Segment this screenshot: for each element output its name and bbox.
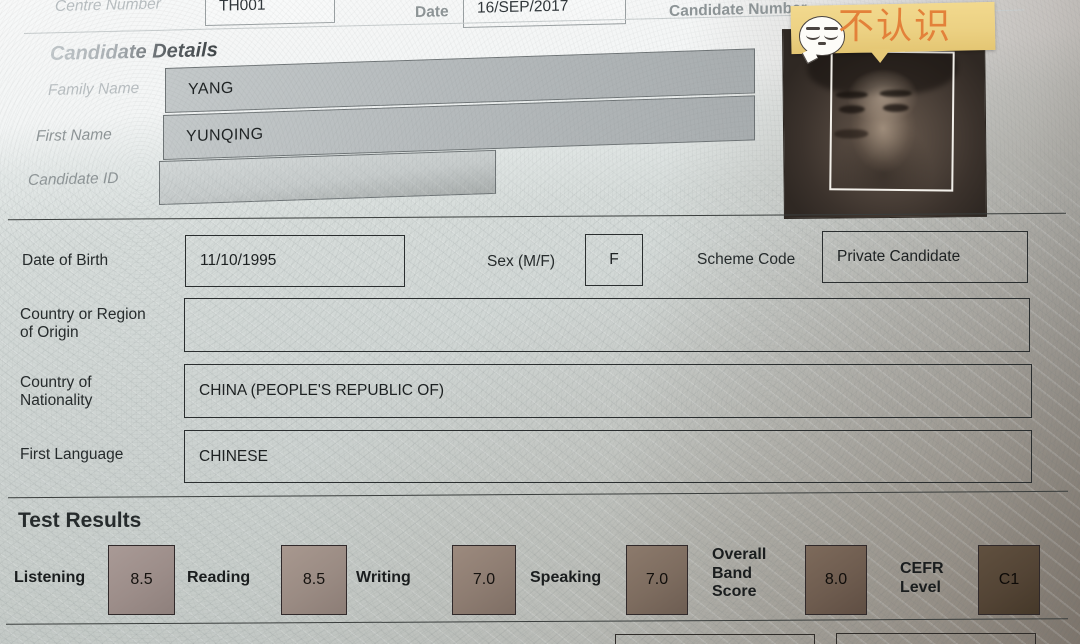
emoji-mouth bbox=[818, 42, 826, 45]
score-box-writing: 7.0 bbox=[452, 545, 516, 615]
origin-field[interactable] bbox=[184, 298, 1030, 352]
score-label-writing: Writing bbox=[356, 569, 411, 586]
emoji-eye-right bbox=[824, 30, 838, 40]
section-title-test-results: Test Results bbox=[18, 509, 142, 532]
score-label-cefr-level: CEFR Level bbox=[900, 560, 944, 596]
score-box-overall-band-score: 8.0 bbox=[805, 545, 867, 615]
scheme-code-value: Private Candidate bbox=[837, 248, 961, 265]
ielts-test-report-form: Centre Number TH001 Date 16/SEP/2017 Can… bbox=[0, 0, 1080, 644]
sex-label: Sex (M/F) bbox=[487, 253, 556, 270]
score-label-listening: Listening bbox=[14, 569, 86, 586]
dob-label: Date of Birth bbox=[22, 252, 109, 269]
sex-field[interactable]: F bbox=[585, 234, 643, 286]
centre-number-value: TH001 bbox=[219, 0, 266, 15]
first-name-label: First Name bbox=[36, 126, 112, 145]
nationality-field[interactable]: CHINA (PEOPLE'S REPUBLIC OF) bbox=[184, 364, 1032, 418]
score-label-overall-band-score: Overall Band Score bbox=[712, 546, 767, 601]
score-label-reading: Reading bbox=[187, 569, 251, 586]
emoji-eye-left bbox=[806, 30, 820, 40]
family-name-value: YANG bbox=[188, 79, 234, 98]
bottom-partial-box-right bbox=[836, 633, 1036, 644]
date-field[interactable]: 16/SEP/2017 bbox=[463, 0, 626, 29]
score-value-cefr-level: C1 bbox=[998, 571, 1020, 588]
score-value-overall-band-score: 8.0 bbox=[824, 571, 848, 588]
date-label: Date bbox=[415, 3, 449, 22]
family-name-label: Family Name bbox=[48, 79, 140, 99]
divider-test-results bbox=[8, 490, 1068, 499]
first-language-label: First Language bbox=[20, 446, 124, 463]
date-value: 16/SEP/2017 bbox=[477, 0, 569, 17]
sex-value: F bbox=[609, 251, 619, 268]
divider-bottom bbox=[6, 618, 1068, 625]
face-detection-box bbox=[829, 50, 955, 192]
dob-value: 11/10/1995 bbox=[200, 252, 277, 269]
score-box-speaking: 7.0 bbox=[626, 545, 688, 615]
score-value-listening: 8.5 bbox=[130, 571, 153, 588]
sticker-text: 不认识 bbox=[838, 6, 953, 47]
centre-number-field[interactable]: TH001 bbox=[205, 0, 335, 27]
score-value-writing: 7.0 bbox=[472, 571, 496, 588]
bottom-partial-box-left bbox=[615, 634, 815, 644]
first-language-value: CHINESE bbox=[199, 447, 268, 465]
candidate-id-label: Candidate ID bbox=[28, 169, 119, 189]
section-title-candidate-details: Candidate Details bbox=[50, 39, 218, 65]
origin-label: Country or Region of Origin bbox=[20, 306, 146, 342]
score-label-speaking: Speaking bbox=[530, 569, 602, 586]
score-box-cefr-level: C1 bbox=[978, 545, 1040, 615]
nationality-value: CHINA (PEOPLE'S REPUBLIC OF) bbox=[199, 382, 444, 399]
score-value-reading: 8.5 bbox=[302, 571, 326, 588]
dob-field[interactable]: 11/10/1995 bbox=[185, 235, 405, 287]
first-language-field[interactable]: CHINESE bbox=[184, 430, 1032, 483]
centre-number-label: Centre Number bbox=[55, 0, 161, 15]
score-box-reading: 8.5 bbox=[281, 545, 347, 615]
score-value-speaking: 7.0 bbox=[645, 571, 669, 588]
candidate-id-value bbox=[160, 182, 182, 183]
sticker-pointer bbox=[868, 48, 892, 64]
nationality-label: Country of Nationality bbox=[20, 374, 93, 410]
scheme-code-field[interactable]: Private Candidate bbox=[822, 231, 1028, 283]
first-name-value: YUNQING bbox=[186, 125, 264, 145]
score-box-listening: 8.5 bbox=[108, 545, 175, 615]
scheme-code-label: Scheme Code bbox=[697, 251, 796, 268]
